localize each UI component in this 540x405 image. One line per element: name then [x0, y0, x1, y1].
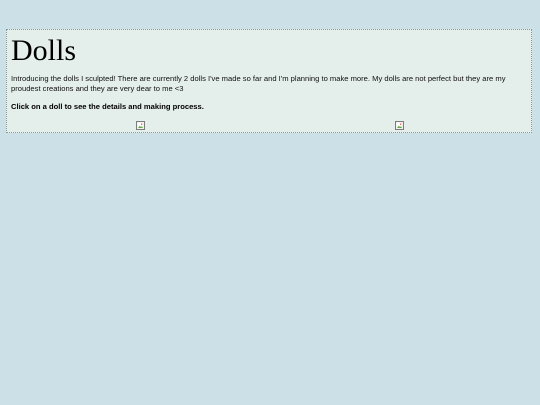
broken-image-icon: [138, 123, 143, 128]
intro-text: Introducing the dolls I sculpted! There …: [11, 74, 506, 93]
broken-image-icon: [397, 123, 402, 128]
doll-1-image-link[interactable]: [136, 121, 145, 130]
page-title: Dolls: [11, 34, 77, 67]
instruction-text: Click on a doll to see the details and m…: [11, 102, 204, 111]
doll-2-image-link[interactable]: [395, 121, 404, 130]
content-panel: Dolls Introducing the dolls I sculpted! …: [6, 29, 532, 133]
